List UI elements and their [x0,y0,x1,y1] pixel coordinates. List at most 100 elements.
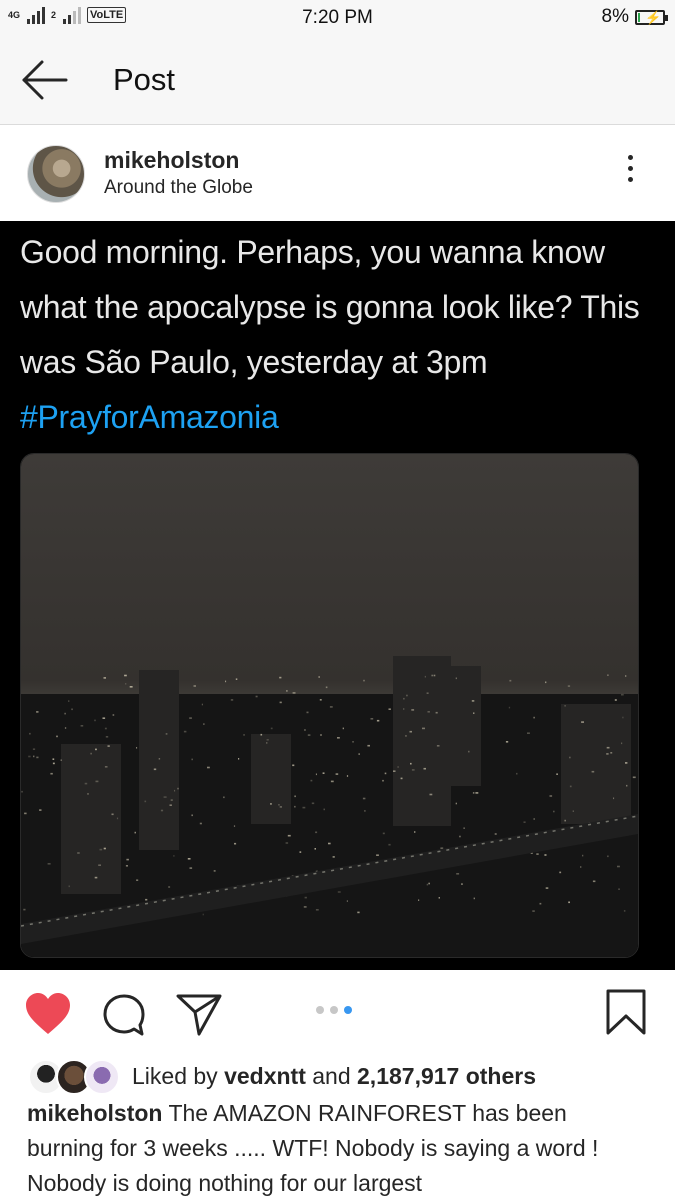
tweet-hashtag[interactable]: #PrayforAmazonia [20,399,279,435]
window-light [545,887,549,889]
window-light [124,674,127,677]
window-light [463,827,465,829]
window-light [403,708,405,710]
comment-button[interactable] [100,992,148,1043]
window-light [64,727,67,729]
window-light [424,675,426,678]
likes-text: Liked by vedxntt and 2,187,917 others [132,1063,536,1090]
window-light [125,683,127,685]
window-light [266,742,268,744]
window-light [71,708,73,711]
window-light [364,810,366,812]
window-light [187,858,191,860]
window-light [468,750,470,753]
window-light [329,706,333,708]
status-right: 8% ⚡ [602,6,668,28]
window-light [533,716,535,719]
post-username[interactable]: mikeholston [104,147,239,174]
back-button[interactable] [20,58,70,102]
window-light [279,806,282,808]
window-light [625,675,627,677]
window-light [177,787,179,790]
window-light [292,692,296,694]
window-light [50,772,53,775]
likes-count[interactable]: 2,187,917 others [357,1063,536,1089]
window-light [191,758,193,761]
window-light [60,759,62,761]
window-light [614,699,617,701]
window-light [189,867,193,869]
app-header: Post [0,34,675,125]
window-light [357,911,360,914]
caption-username[interactable]: mikeholston [27,1100,162,1126]
window-light [610,752,613,754]
window-light [582,854,584,857]
window-light [564,819,566,822]
window-light [410,762,412,765]
window-light [104,727,107,730]
window-light [116,817,119,820]
comment-icon [103,994,145,1036]
share-button[interactable] [175,992,223,1043]
post-actions [0,970,675,1050]
window-light [315,909,319,911]
vertical-ellipsis-icon [627,155,633,160]
window-light [505,741,509,743]
avatar [84,1059,120,1095]
window-light [24,812,27,815]
window-light [553,810,555,813]
window-light [64,712,66,715]
window-light [87,793,89,795]
window-light [414,831,416,833]
window-light [509,679,512,682]
window-light [459,835,461,838]
window-light [306,711,309,714]
window-light [382,832,385,835]
window-light [304,896,307,899]
window-light [367,744,370,747]
window-light [168,886,171,888]
window-light [136,879,139,881]
more-options-button[interactable] [620,155,640,191]
save-button[interactable] [604,988,648,1041]
window-light [315,831,318,834]
like-button[interactable] [24,992,72,1041]
window-light [527,732,530,734]
window-light [568,901,570,904]
window-light [170,799,173,801]
post-location[interactable]: Around the Globe [104,177,253,199]
avatar[interactable] [27,145,85,203]
window-light [572,810,574,812]
window-light [56,735,58,738]
window-light [428,882,430,885]
window-light [607,855,609,858]
window-light [320,734,322,736]
window-light [145,898,148,901]
heart-icon [26,993,70,1034]
window-light [580,866,582,868]
post-media[interactable]: Good morning. Perhaps, you wanna know wh… [0,221,675,970]
window-light [160,809,164,812]
window-light [230,699,234,701]
window-light [423,767,426,770]
window-light [193,685,196,687]
window-light [243,734,245,736]
window-light [325,686,328,689]
window-light [427,711,430,713]
window-light [337,737,340,739]
window-light [352,741,354,743]
window-light [346,775,349,777]
window-light [33,755,35,758]
window-light [90,752,92,755]
window-light [225,680,227,683]
window-light [411,709,415,711]
window-light [36,711,39,713]
window-light [433,674,436,677]
window-light [233,825,236,827]
window-light [422,727,425,730]
likes-row[interactable]: Liked by vedxntt and 2,187,917 others [28,1058,536,1095]
window-light [533,818,535,820]
window-light [567,685,571,687]
window-light [426,883,429,886]
liker-username[interactable]: vedxntt [224,1063,306,1089]
